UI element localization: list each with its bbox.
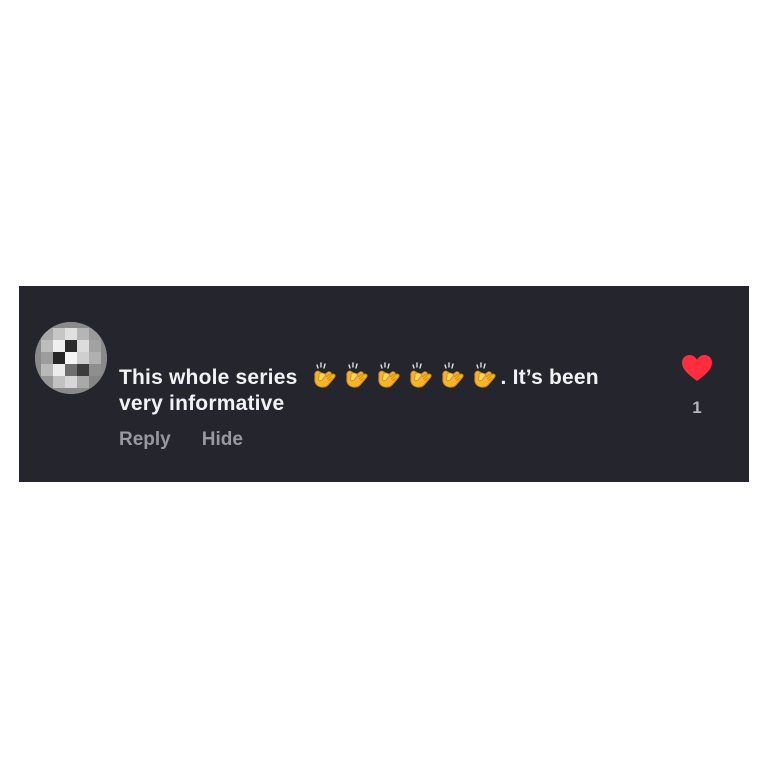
- like-count: 1: [692, 398, 702, 417]
- comment-text-start: This whole series: [119, 366, 298, 389]
- avatar-image: [35, 322, 107, 394]
- clapping-hands-icon: [313, 362, 336, 388]
- clapping-hands-icon: [409, 362, 432, 388]
- clapping-hands-icon: [473, 362, 496, 388]
- clapping-hands-icon: [345, 362, 368, 388]
- heart-shape: [682, 355, 712, 381]
- comment-text: This whole series . It’s been very infor…: [119, 362, 639, 417]
- reply-button[interactable]: Reply: [119, 429, 171, 451]
- like-area: 1: [679, 354, 715, 418]
- hide-button[interactable]: Hide: [202, 429, 243, 451]
- comment-card: This whole series . It’s been very infor…: [19, 286, 749, 482]
- heart-icon[interactable]: [681, 354, 713, 382]
- page: This whole series . It’s been very infor…: [0, 0, 768, 768]
- comment-actions: Reply Hide: [119, 429, 243, 451]
- clapping-hands-icon: [377, 362, 400, 388]
- avatar[interactable]: [35, 322, 107, 394]
- clapping-hands-icon: [441, 362, 464, 388]
- clap-emoji-group: [310, 362, 499, 388]
